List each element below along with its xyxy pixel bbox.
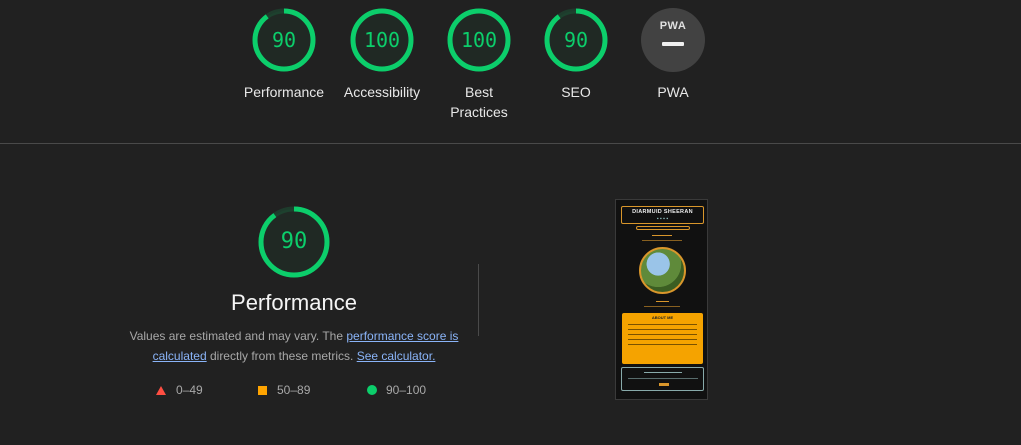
- pwa-dash-icon: [662, 42, 684, 46]
- performance-gauge: 90: [251, 7, 317, 73]
- category-performance[interactable]: 90 Performance: [234, 7, 334, 102]
- accessibility-gauge: 100: [349, 7, 415, 73]
- screenshot-header: DIARMUID SHEERAN ▪ ▪ ▪ ▪: [621, 206, 704, 224]
- legend-pass: 90–100: [367, 383, 426, 397]
- screenshot-about-section: ABOUT ME: [622, 313, 703, 364]
- screenshot-profile-photo: [639, 247, 686, 294]
- screenshot-text-line: [628, 378, 698, 379]
- screenshot-about-title: ABOUT ME: [651, 315, 674, 320]
- vertical-divider: [478, 264, 479, 336]
- screenshot-text-line: [628, 324, 697, 325]
- screenshot-text-line: [628, 344, 697, 345]
- legend-fail-label: 0–49: [176, 383, 203, 397]
- category-seo[interactable]: 90 SEO: [526, 7, 626, 102]
- pwa-label: PWA: [657, 84, 689, 100]
- screenshot-text-line: [628, 329, 697, 330]
- category-accessibility[interactable]: 100 Accessibility: [332, 7, 432, 102]
- performance-detail-gauge: 90: [257, 205, 331, 279]
- accessibility-label: Accessibility: [343, 84, 421, 100]
- circle-icon: [367, 385, 377, 395]
- accessibility-score: 100: [363, 28, 401, 52]
- screenshot-nav: [636, 226, 690, 230]
- social-icons: ▪ ▪ ▪ ▪: [656, 216, 669, 222]
- screenshot-text-line: [656, 301, 669, 302]
- best-practices-gauge: 100: [446, 7, 512, 73]
- legend-average: 50–89: [258, 383, 310, 397]
- category-pwa[interactable]: PWA PWA: [623, 7, 723, 102]
- seo-label: SEO: [561, 84, 591, 100]
- screenshot-text-line: [628, 339, 697, 340]
- category-best-practices[interactable]: 100 Best Practices: [434, 7, 524, 122]
- performance-detail-title: Performance: [231, 290, 357, 315]
- section-divider: [0, 143, 1021, 144]
- performance-score: 90: [271, 28, 297, 52]
- pwa-badge-text: PWA: [659, 20, 687, 32]
- legend-fail: 0–49: [156, 383, 203, 397]
- legend-average-label: 50–89: [277, 383, 311, 397]
- desc-text-2: directly from these metrics.: [206, 349, 357, 363]
- screenshot-text-line: [642, 240, 682, 241]
- final-screenshot[interactable]: DIARMUID SHEERAN ▪ ▪ ▪ ▪ ABOUT ME: [615, 199, 708, 400]
- seo-score: 90: [563, 28, 589, 52]
- performance-detail-score: 90: [280, 229, 308, 254]
- square-icon: [258, 385, 267, 395]
- best-practices-score: 100: [460, 28, 498, 52]
- pwa-badge: PWA: [641, 8, 705, 72]
- screenshot-text-line: [644, 306, 680, 307]
- desc-text-1: Values are estimated and may vary. The: [129, 329, 347, 343]
- legend-pass-label: 90–100: [386, 383, 427, 397]
- seo-gauge: 90: [543, 7, 609, 73]
- screenshot-text-line: [628, 334, 697, 335]
- screenshot-footer: [621, 367, 704, 391]
- screenshot-site-name: DIARMUID SHEERAN: [632, 209, 693, 215]
- performance-description: Values are estimated and may vary. The p…: [124, 326, 464, 366]
- best-practices-label: Best Practices: [450, 84, 508, 120]
- screenshot-text-line: [652, 235, 672, 236]
- see-calculator-link[interactable]: See calculator.: [357, 349, 436, 363]
- screenshot-text-line: [644, 372, 682, 373]
- screenshot-text-line: [659, 383, 669, 386]
- triangle-icon: [156, 385, 166, 395]
- performance-label: Performance: [243, 84, 325, 100]
